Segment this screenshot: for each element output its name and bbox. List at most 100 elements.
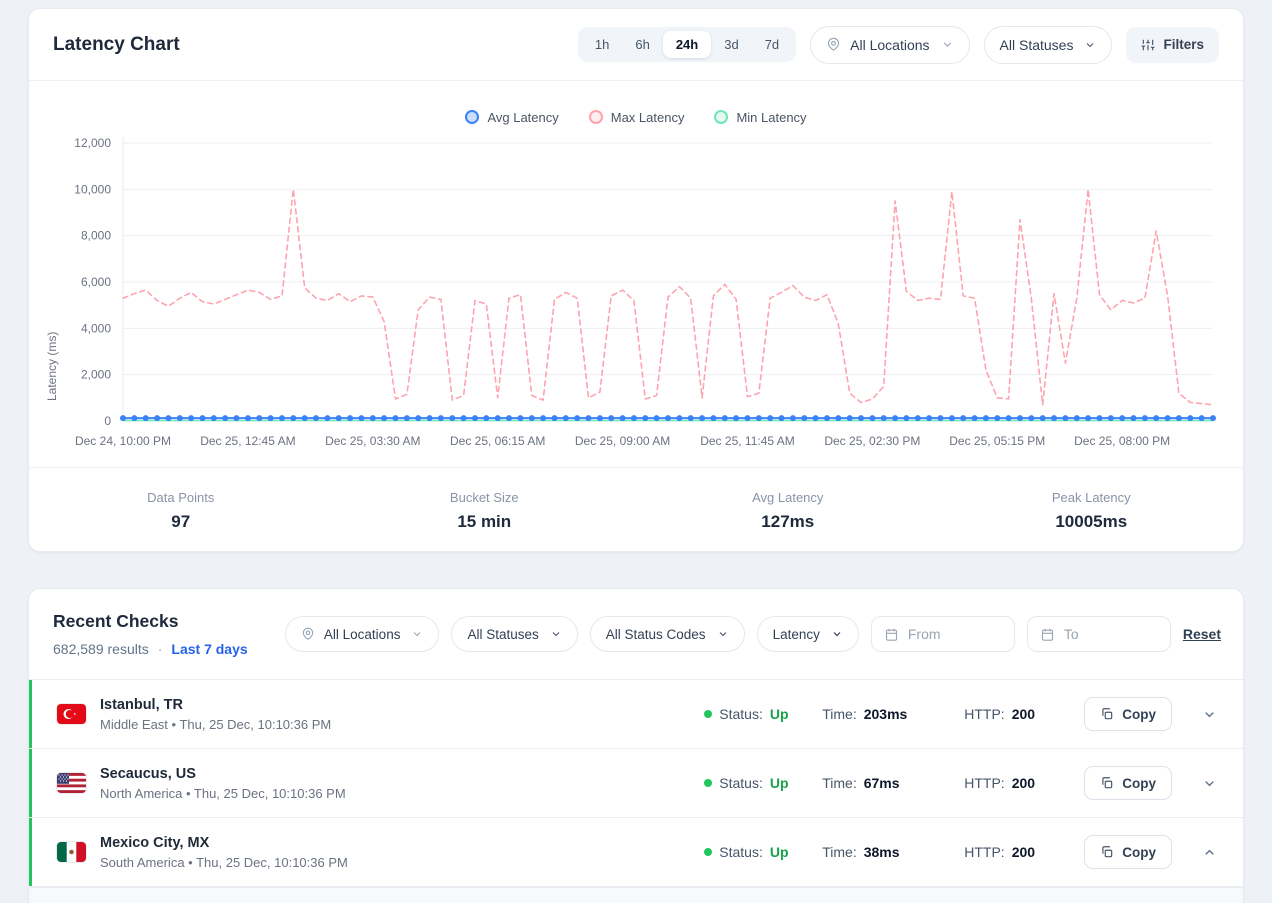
check-row[interactable]: Mexico City, MX South America • Thu, 25 D…: [29, 818, 1243, 887]
calendar-icon: [1040, 627, 1055, 642]
legend-swatch-icon: [589, 110, 603, 124]
check-location-info: Mexico City, MX South America • Thu, 25 D…: [100, 835, 348, 870]
stat-peak-latency: Peak Latency 10005ms: [940, 468, 1244, 551]
time-label: Time:: [822, 775, 856, 791]
legend-swatch-icon: [714, 110, 728, 124]
check-row[interactable]: Secaucus, USNorth America • Thu, 25 Dec,…: [29, 749, 1243, 818]
time-range-6h[interactable]: 6h: [622, 31, 662, 58]
stat-label: Peak Latency: [940, 490, 1244, 505]
time-range-24h[interactable]: 24h: [663, 31, 711, 58]
check-meta: North America • Thu, 25 Dec, 10:10:36 PM: [100, 786, 346, 801]
statuses-select[interactable]: All Statuses: [984, 26, 1113, 64]
expand-toggle-button[interactable]: [1198, 772, 1221, 795]
dot-separator: ·: [158, 641, 163, 657]
status-group: Status:Up: [704, 775, 822, 791]
copy-button[interactable]: Copy: [1084, 697, 1172, 731]
copy-icon: [1100, 707, 1114, 721]
svg-text:8,000: 8,000: [81, 229, 111, 243]
legend-item-avg-latency[interactable]: Avg Latency: [465, 110, 558, 125]
time-value: 203ms: [864, 706, 908, 722]
reset-filters-link[interactable]: Reset: [1183, 626, 1221, 642]
chevron-up-icon: [1202, 845, 1217, 860]
http-group: HTTP:200: [964, 706, 1084, 722]
status-accent-bar: [29, 749, 32, 817]
status-codes-filter-label: All Status Codes: [606, 627, 706, 642]
locations-filter-dropdown[interactable]: All Locations: [285, 616, 440, 652]
svg-text:6,000: 6,000: [81, 275, 111, 289]
date-range-link[interactable]: Last 7 days: [171, 641, 247, 657]
http-status-value: 200: [1012, 775, 1035, 791]
svg-text:Dec 25, 11:45 AM: Dec 25, 11:45 AM: [700, 434, 795, 448]
filters-button[interactable]: Filters: [1126, 27, 1219, 63]
check-row-details: Status: Up Time:203msHTTP:200Copy: [704, 697, 1243, 731]
check-row[interactable]: Istanbul, TRMiddle East • Thu, 25 Dec, 1…: [29, 680, 1243, 749]
svg-text:Dec 25, 06:15 AM: Dec 25, 06:15 AM: [450, 434, 545, 448]
expand-toggle-button[interactable]: [1198, 841, 1221, 864]
time-range-3d[interactable]: 3d: [711, 31, 751, 58]
stat-label: Avg Latency: [636, 490, 940, 505]
status-label: Status:: [719, 706, 763, 722]
http-label: HTTP:: [964, 775, 1004, 791]
check-location: Istanbul, TR: [100, 697, 331, 713]
chevron-down-icon: [1202, 707, 1217, 722]
to-date-field[interactable]: [1027, 616, 1171, 652]
check-rows-list: Istanbul, TRMiddle East • Thu, 25 Dec, 1…: [29, 679, 1243, 887]
check-location-info: Secaucus, USNorth America • Thu, 25 Dec,…: [100, 766, 346, 801]
sort-select[interactable]: Latency: [757, 616, 859, 652]
map-pin-icon: [826, 37, 841, 52]
expand-toggle-button[interactable]: [1198, 703, 1221, 726]
stat-value: 97: [29, 512, 333, 532]
stat-data-points: Data Points97: [29, 468, 333, 551]
status-accent-bar: [29, 818, 32, 886]
calendar-icon: [884, 627, 899, 642]
status-dot-icon: [704, 779, 712, 787]
time-group: Time:203ms: [822, 706, 964, 722]
svg-text:10,000: 10,000: [74, 182, 111, 196]
http-group: HTTP:200: [964, 844, 1084, 860]
chevron-down-icon: [717, 628, 729, 640]
status-group: Status:Up: [704, 844, 822, 860]
svg-text:Dec 25, 12:45 AM: Dec 25, 12:45 AM: [200, 434, 295, 448]
locations-dropdown[interactable]: All Locations: [810, 26, 969, 64]
legend-item-min-latency[interactable]: Min Latency: [714, 110, 806, 125]
time-range-7d[interactable]: 7d: [752, 31, 792, 58]
section-title: Recent Checks: [53, 611, 248, 632]
svg-text:12,000: 12,000: [74, 136, 111, 150]
svg-text:Dec 25, 03:30 AM: Dec 25, 03:30 AM: [325, 434, 420, 448]
stat-bucket-size: Bucket Size15 min: [333, 468, 637, 551]
recent-checks-filters: All Locations All Statuses All Status Co…: [285, 616, 1221, 652]
chevron-down-icon: [1202, 776, 1217, 791]
chevron-down-icon: [941, 38, 954, 51]
svg-text:Dec 25, 02:30 PM: Dec 25, 02:30 PM: [824, 434, 920, 448]
time-range-selector: 1h6h24h3d7d: [578, 27, 796, 62]
check-details-section: CHECK DETAILS: [29, 887, 1243, 903]
filters-button-label: Filters: [1163, 37, 1204, 52]
status-value: Up: [770, 706, 789, 722]
legend-swatch-icon: [465, 110, 479, 124]
check-location: Mexico City, MX: [100, 835, 348, 851]
to-date-input[interactable]: [1064, 626, 1158, 642]
sort-select-label: Latency: [773, 627, 820, 642]
stat-value: 10005ms: [940, 512, 1244, 532]
time-range-1h[interactable]: 1h: [582, 31, 622, 58]
from-date-input[interactable]: [908, 626, 1002, 642]
copy-button[interactable]: Copy: [1084, 766, 1172, 800]
sliders-icon: [1141, 38, 1155, 52]
status-codes-filter-select[interactable]: All Status Codes: [590, 616, 745, 652]
us-flag-icon: [57, 773, 86, 793]
check-meta: South America • Thu, 25 Dec, 10:10:36 PM: [100, 855, 348, 870]
statuses-select-label: All Statuses: [1000, 37, 1074, 53]
legend-item-max-latency[interactable]: Max Latency: [589, 110, 685, 125]
status-accent-bar: [29, 680, 32, 748]
svg-text:Dec 24, 10:00 PM: Dec 24, 10:00 PM: [75, 434, 171, 448]
svg-text:Dec 25, 09:00 AM: Dec 25, 09:00 AM: [575, 434, 670, 448]
from-date-field[interactable]: [871, 616, 1015, 652]
svg-text:Dec 25, 08:00 PM: Dec 25, 08:00 PM: [1074, 434, 1170, 448]
chevron-down-icon: [1084, 39, 1096, 51]
time-group: Time:38ms: [822, 844, 964, 860]
svg-text:0: 0: [104, 414, 111, 428]
status-dot-icon: [704, 848, 712, 856]
status-group: Status: Up: [704, 706, 822, 722]
copy-button[interactable]: Copy: [1084, 835, 1172, 869]
statuses-filter-select[interactable]: All Statuses: [451, 616, 577, 652]
